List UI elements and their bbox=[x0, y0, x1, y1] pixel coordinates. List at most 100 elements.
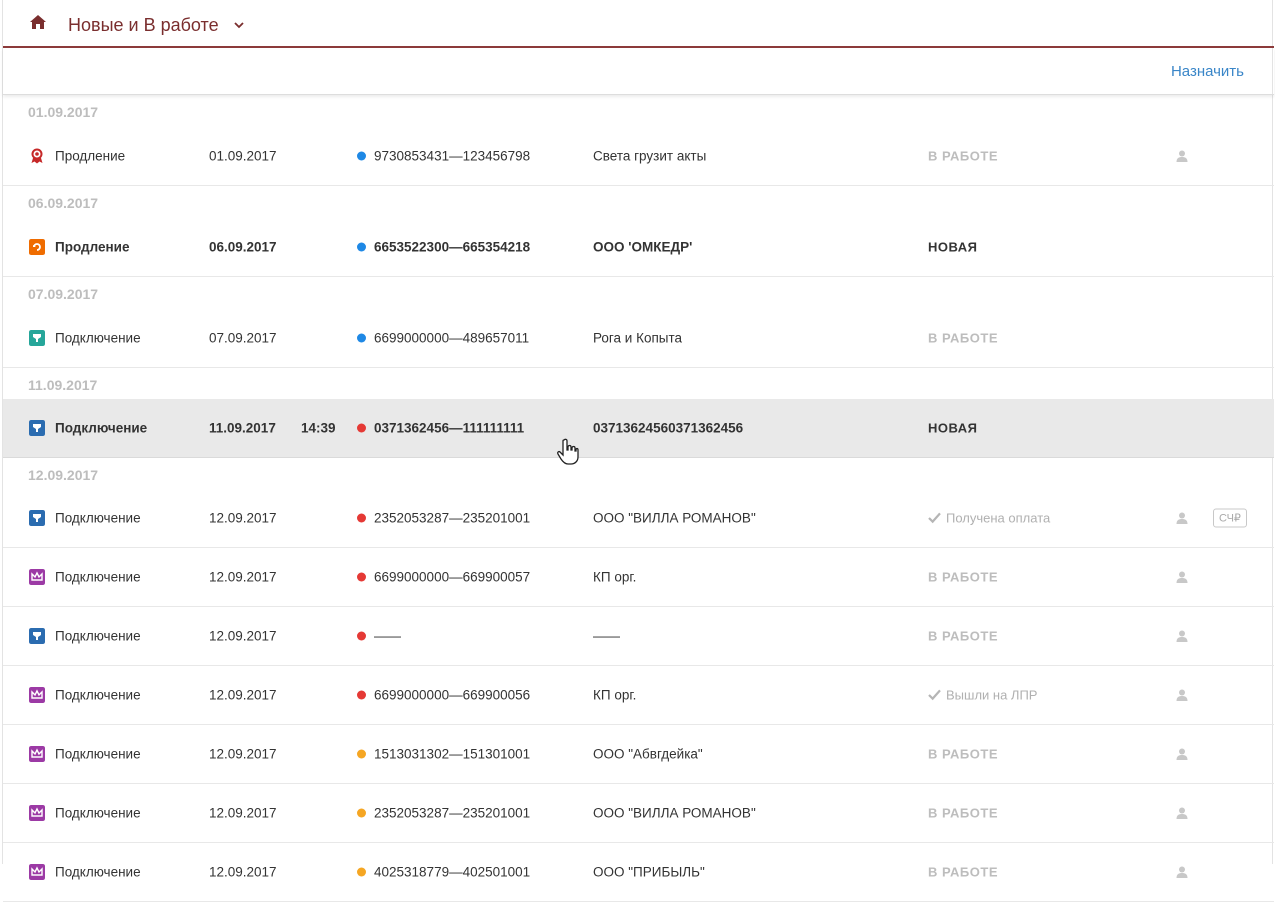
status-label: Вышли на ЛПР bbox=[928, 688, 1037, 703]
status-text: В РАБОТЕ bbox=[928, 148, 998, 163]
status-text: НОВАЯ bbox=[928, 239, 978, 254]
request-date: 12.09.2017 bbox=[209, 687, 277, 703]
organization-name: ООО "ПРИБЫЛЬ" bbox=[593, 864, 705, 880]
request-date: 12.09.2017 bbox=[209, 569, 277, 585]
app-frame: Новые и В работе Назначить 01.09.2017 Про… bbox=[2, 0, 1274, 902]
invoice-badge[interactable]: СЧ₽ bbox=[1213, 508, 1247, 528]
date-group-header: 07.09.2017 bbox=[28, 286, 99, 302]
status-label: В РАБОТЕ bbox=[928, 806, 998, 821]
connect-icon bbox=[29, 329, 45, 346]
assign-link[interactable]: Назначить bbox=[1171, 63, 1244, 80]
organization-name: КП орг. bbox=[593, 687, 637, 703]
table-row[interactable]: Подключение 12.09.2017 6699000000—66990005… bbox=[3, 666, 1274, 725]
check-icon bbox=[928, 689, 941, 701]
request-date: 01.09.2017 bbox=[209, 148, 277, 163]
inn-kpp: 4025318779—402501001 bbox=[374, 864, 531, 880]
status-dot bbox=[357, 749, 366, 759]
user-icon[interactable] bbox=[1175, 865, 1189, 879]
organization-name: Рога и Копыта bbox=[593, 330, 683, 345]
table-row[interactable]: Продление 01.09.2017 9730853431—123456798 С… bbox=[3, 126, 1274, 186]
request-list: 01.09.2017 Продление 01.09.2017 9730853431—… bbox=[3, 95, 1274, 902]
user-icon[interactable] bbox=[1175, 570, 1189, 584]
status-dot bbox=[357, 690, 366, 700]
inn-kpp: 9730853431—123456798 bbox=[374, 148, 531, 163]
status-text: В РАБОТЕ bbox=[928, 330, 998, 345]
request-type: Подключение bbox=[55, 864, 141, 880]
status-dot bbox=[357, 423, 366, 433]
status-label: В РАБОТЕ bbox=[928, 747, 998, 762]
organization-name: ООО 'ОМКЕДР' bbox=[593, 239, 693, 254]
date-group-header: 12.09.2017 bbox=[28, 467, 99, 483]
date-group-header: 11.09.2017 bbox=[28, 377, 98, 393]
request-type: Подключение bbox=[55, 510, 141, 526]
status-text: Вышли на ЛПР bbox=[946, 687, 1038, 703]
table-row[interactable]: Подключение 12.09.2017 2352053287—23520100… bbox=[3, 784, 1274, 843]
request-type: Подключение bbox=[55, 687, 141, 703]
status-label: В РАБОТЕ bbox=[928, 148, 998, 163]
status-label: НОВАЯ bbox=[928, 239, 977, 254]
request-date: 12.09.2017 bbox=[209, 510, 277, 526]
request-date: 11.09.2017 bbox=[209, 420, 276, 436]
organization-name: ООО "Абвгдейка" bbox=[593, 746, 703, 762]
check-icon bbox=[928, 512, 941, 524]
inn-kpp: 6699000000—669900057 bbox=[374, 569, 531, 585]
crown-icon bbox=[29, 569, 45, 585]
status-label: В РАБОТЕ bbox=[928, 865, 998, 880]
status-text: В РАБОТЕ bbox=[928, 569, 998, 585]
request-date: 12.09.2017 bbox=[209, 864, 277, 880]
inn-kpp: 6699000000—489657011 bbox=[374, 330, 530, 345]
organization-name: КП орг. bbox=[593, 569, 637, 585]
renew-icon bbox=[29, 238, 45, 255]
crown-icon bbox=[29, 805, 45, 821]
status-dot bbox=[357, 333, 366, 342]
status-text: В РАБОТЕ bbox=[928, 864, 998, 880]
organization-name: —— bbox=[593, 628, 620, 644]
status-label: В РАБОТЕ bbox=[928, 330, 998, 345]
inn-kpp: 2352053287—235201001 bbox=[374, 805, 531, 821]
table-row[interactable]: Подключение 12.09.2017 1513031302—15130100… bbox=[3, 725, 1274, 784]
inn-kpp: 6653522300—665354218 bbox=[374, 239, 531, 254]
user-icon[interactable] bbox=[1175, 747, 1189, 761]
connect-icon bbox=[29, 628, 45, 644]
inn-kpp: —— bbox=[374, 628, 401, 644]
home-icon[interactable] bbox=[29, 14, 47, 30]
request-type: Подключение bbox=[55, 330, 141, 345]
status-text: НОВАЯ bbox=[928, 420, 978, 436]
chevron-down-icon[interactable] bbox=[233, 20, 245, 30]
status-text: В РАБОТЕ bbox=[928, 628, 998, 644]
table-row[interactable]: Подключение 12.09.2017 2352053287—23520100… bbox=[3, 489, 1274, 548]
table-row[interactable]: Продление 06.09.2017 6653522300—665354218 О… bbox=[3, 217, 1274, 277]
table-row[interactable]: Подключение 07.09.2017 6699000000—48965701… bbox=[3, 308, 1274, 368]
inn-kpp: 2352053287—235201001 bbox=[374, 510, 531, 526]
inn-kpp: 1513031302—151301001 bbox=[374, 746, 531, 762]
date-group-header: 01.09.2017 bbox=[28, 104, 99, 120]
connect-icon bbox=[29, 420, 45, 436]
user-icon[interactable] bbox=[1175, 629, 1189, 643]
status-label: В РАБОТЕ bbox=[928, 570, 998, 585]
hand-cursor-icon bbox=[557, 438, 579, 465]
date-group-header: 06.09.2017 bbox=[28, 195, 99, 211]
table-row[interactable]: Подключение 11.09.2017 14:39 0371362456—111… bbox=[3, 399, 1274, 458]
connect-icon bbox=[29, 510, 45, 526]
table-row[interactable]: Подключение 12.09.2017 6699000000—66990005… bbox=[3, 548, 1274, 607]
request-date: 12.09.2017 bbox=[209, 746, 277, 762]
request-type: Подключение bbox=[55, 805, 141, 821]
user-icon[interactable] bbox=[1175, 511, 1189, 525]
page-title[interactable]: Новые и В работе bbox=[68, 15, 219, 36]
request-date: 12.09.2017 bbox=[209, 805, 277, 821]
request-time: 14:39 bbox=[301, 420, 336, 436]
user-icon[interactable] bbox=[1175, 149, 1189, 163]
request-date: 07.09.2017 bbox=[209, 330, 277, 345]
user-icon[interactable] bbox=[1175, 688, 1189, 702]
organization-name: ООО "ВИЛЛА РОМАНОВ" bbox=[593, 805, 756, 821]
status-dot bbox=[357, 572, 366, 582]
organization-name: Света грузит акты bbox=[593, 148, 707, 163]
action-bar: Назначить bbox=[3, 48, 1274, 95]
status-dot bbox=[357, 867, 366, 877]
user-icon[interactable] bbox=[1175, 806, 1189, 820]
status-dot bbox=[357, 151, 366, 160]
status-text: Получена оплата bbox=[946, 510, 1051, 526]
table-row[interactable]: Подключение 12.09.2017 —— —— В РАБОТЕ bbox=[3, 607, 1274, 666]
award-icon bbox=[31, 148, 43, 163]
table-row[interactable]: Подключение 12.09.2017 4025318779—40250100… bbox=[3, 843, 1274, 902]
